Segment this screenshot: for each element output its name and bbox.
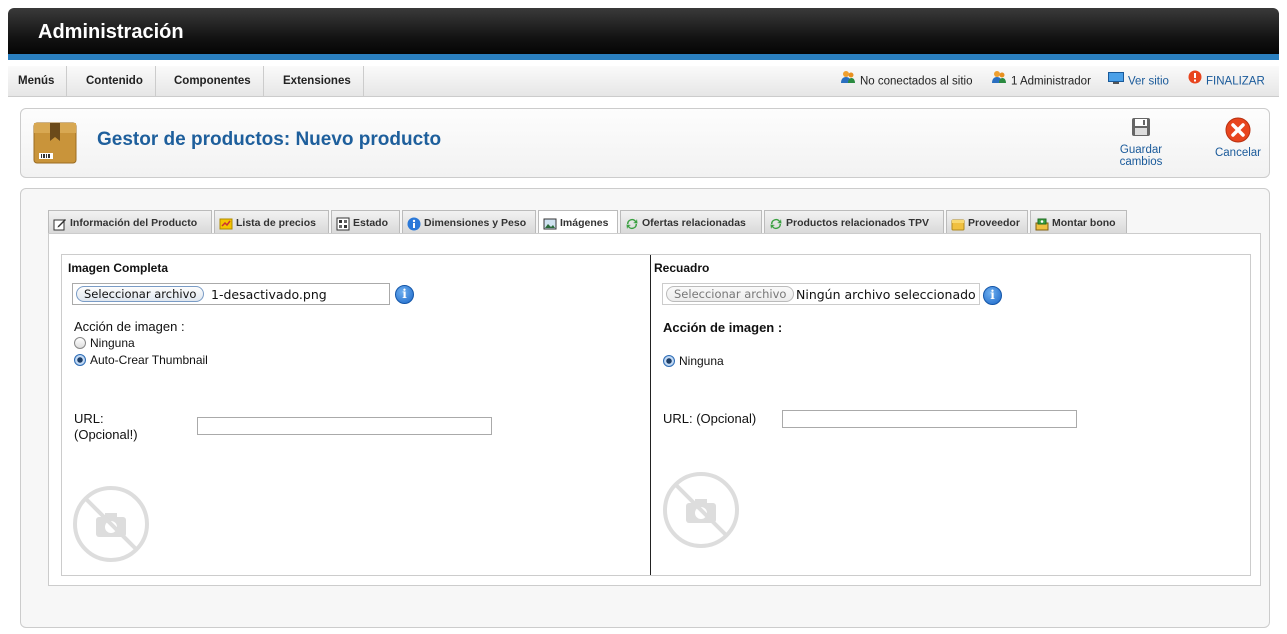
thumbnail-file-input[interactable]: Seleccionar archivo Ningún archivo selec… bbox=[662, 283, 980, 305]
thumbnail-choose-file-button[interactable]: Seleccionar archivo bbox=[666, 286, 795, 302]
status-icon bbox=[336, 216, 350, 231]
thumbnail-info-icon[interactable]: i bbox=[983, 286, 1002, 305]
menu-bar: Menús Contenido Componentes Extensiones … bbox=[8, 66, 1279, 97]
header-title: Administración bbox=[38, 21, 184, 43]
page-title: Gestor de productos: Nuevo producto bbox=[97, 129, 442, 150]
full-image-option-auto-thumb[interactable]: Auto-Crear Thumbnail bbox=[74, 353, 208, 367]
menu-menus[interactable]: Menús bbox=[8, 66, 68, 97]
tab-productos-tpv-label: Productos relacionados TPV bbox=[786, 217, 929, 229]
tab-montar-bono-label: Montar bono bbox=[1052, 217, 1116, 229]
refresh-icon bbox=[625, 216, 639, 230]
logout-text: FINALIZAR bbox=[1206, 75, 1265, 88]
header-accent-bar bbox=[8, 54, 1279, 60]
radio-ninguna-label: Ninguna bbox=[90, 336, 135, 350]
admin-user-icon bbox=[991, 66, 1007, 97]
menu-componentes[interactable]: Componentes bbox=[162, 66, 264, 97]
tab-ofertas-label: Ofertas relacionadas bbox=[642, 217, 746, 229]
full-image-url-input[interactable] bbox=[197, 417, 492, 435]
edit-icon bbox=[53, 216, 67, 231]
tab-montar-bono[interactable]: Montar bono bbox=[1030, 210, 1127, 234]
admins-status: 1 Administrador bbox=[991, 66, 1091, 97]
thumbnail-file-name: Ningún archivo seleccionado bbox=[796, 287, 976, 302]
tab-productos-tpv[interactable]: Productos relacionados TPV bbox=[764, 210, 944, 234]
cancel-label: Cancelar bbox=[1214, 147, 1262, 159]
no-image-placeholder-icon bbox=[662, 471, 740, 549]
radio-ninguna[interactable] bbox=[74, 337, 86, 349]
tab-imagenes-label: Imágenes bbox=[560, 217, 609, 229]
tab-imagenes[interactable]: Imágenes bbox=[538, 210, 618, 235]
cancel-button[interactable]: Cancelar bbox=[1211, 117, 1265, 159]
save-label: Guardar cambios bbox=[1119, 144, 1163, 168]
thumbnail-url-label: URL: (Opcional) bbox=[663, 411, 757, 426]
radio-auto-thumbnail-label: Auto-Crear Thumbnail bbox=[90, 353, 208, 367]
tab-proveedor-label: Proveedor bbox=[968, 217, 1020, 229]
logout-icon bbox=[1188, 66, 1202, 97]
menu-contenido[interactable]: Contenido bbox=[74, 66, 156, 97]
full-image-file-input[interactable]: Seleccionar archivo 1-desactivado.png bbox=[72, 283, 390, 305]
radio-thumb-ninguna[interactable] bbox=[663, 355, 675, 367]
save-button[interactable]: Guardar cambios bbox=[1103, 117, 1179, 168]
tab-proveedor[interactable]: Proveedor bbox=[946, 210, 1028, 234]
full-image-url-optional: (Opcional!) bbox=[74, 427, 138, 442]
users-icon bbox=[840, 66, 856, 97]
radio-thumb-ninguna-label: Ninguna bbox=[679, 354, 724, 368]
thumbnail-url-input[interactable] bbox=[782, 410, 1077, 428]
view-site-text: Ver sitio bbox=[1128, 75, 1169, 88]
admin-header: Administración bbox=[8, 8, 1279, 60]
tab-informacion[interactable]: Información del Producto bbox=[48, 210, 212, 234]
thumbnail-heading: Recuadro bbox=[654, 261, 710, 275]
tab-dimensiones[interactable]: Dimensiones y Peso bbox=[402, 210, 536, 234]
full-image-option-ninguna[interactable]: Ninguna bbox=[74, 336, 135, 350]
view-site-link[interactable]: Ver sitio bbox=[1108, 66, 1169, 97]
admins-status-text: 1 Administrador bbox=[1011, 75, 1091, 88]
full-image-action-label: Acción de imagen : bbox=[74, 319, 185, 334]
tab-estado-label: Estado bbox=[353, 217, 389, 229]
bundle-icon bbox=[1035, 216, 1049, 231]
tab-informacion-label: Información del Producto bbox=[70, 217, 198, 229]
radio-auto-thumbnail[interactable] bbox=[74, 354, 86, 366]
refresh-icon bbox=[769, 216, 783, 230]
toolbar-panel: Gestor de productos: Nuevo producto Guar… bbox=[20, 108, 1270, 178]
tab-content-imagenes: Imagen Completa Seleccionar archivo 1-de… bbox=[48, 233, 1261, 586]
thumbnail-action-label: Acción de imagen : bbox=[663, 320, 783, 335]
tab-estado[interactable]: Estado bbox=[331, 210, 400, 234]
price-list-icon bbox=[219, 216, 233, 230]
full-image-url-label: URL: bbox=[74, 411, 104, 426]
no-image-placeholder-icon bbox=[72, 485, 150, 563]
offline-status-text: No conectados al sitio bbox=[860, 75, 973, 88]
full-image-heading: Imagen Completa bbox=[68, 261, 169, 275]
box-icon bbox=[951, 216, 965, 231]
info-icon bbox=[407, 216, 421, 231]
column-divider bbox=[650, 255, 651, 575]
image-icon bbox=[543, 216, 557, 230]
thumbnail-option-ninguna[interactable]: Ninguna bbox=[663, 354, 724, 368]
tab-lista-precios[interactable]: Lista de precios bbox=[214, 210, 329, 234]
full-image-choose-file-button[interactable]: Seleccionar archivo bbox=[76, 286, 205, 302]
logout-link[interactable]: FINALIZAR bbox=[1188, 66, 1265, 97]
full-image-file-name: 1-desactivado.png bbox=[211, 287, 327, 302]
full-image-info-icon[interactable]: i bbox=[395, 285, 414, 304]
product-package-icon bbox=[33, 119, 77, 165]
cancel-icon bbox=[1225, 117, 1251, 146]
tab-ofertas[interactable]: Ofertas relacionadas bbox=[620, 210, 762, 234]
tab-dimensiones-label: Dimensiones y Peso bbox=[424, 217, 527, 229]
tab-lista-precios-label: Lista de precios bbox=[236, 217, 316, 229]
offline-status: No conectados al sitio bbox=[840, 66, 973, 97]
menu-extensiones[interactable]: Extensiones bbox=[271, 66, 364, 97]
images-form: Imagen Completa Seleccionar archivo 1-de… bbox=[61, 254, 1251, 576]
monitor-icon bbox=[1108, 66, 1124, 97]
save-icon bbox=[1131, 117, 1151, 140]
